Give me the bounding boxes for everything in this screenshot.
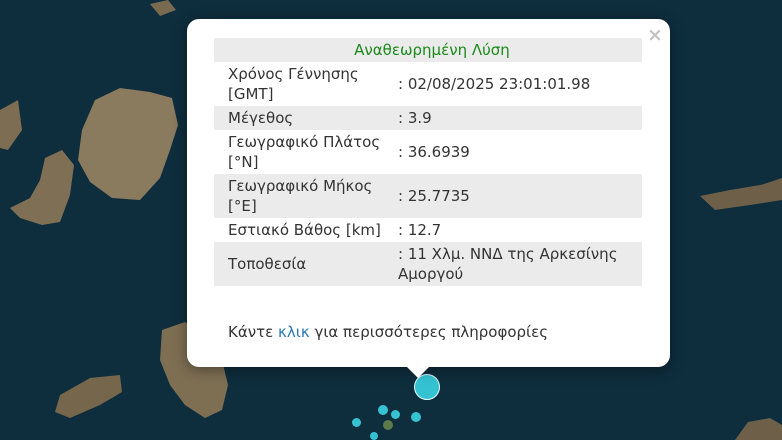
location-row: Τοποθεσία : 11 Χλμ. ΝΝΔ της Αρκεσίνης Αμ… <box>214 242 642 286</box>
more-info-line: Κάντε κλικ για περισσότερες πληροφορίες <box>228 323 548 341</box>
earthquake-marker[interactable] <box>352 418 361 427</box>
latitude-row: Γεωγραφικό Πλάτος [°N] : 36.6939 <box>214 130 642 174</box>
depth-label: Εστιακό Βάθος [km] <box>228 221 381 239</box>
more-info-suffix: για περισσότερες πληροφορίες <box>314 323 549 341</box>
info-header-row: Αναθεωρημένη Λύση <box>214 38 642 62</box>
origin-time-label: Χρόνος Γέννησης [GMT] <box>228 65 359 103</box>
origin-time-row: Χρόνος Γέννησης [GMT] : 02/08/2025 23:01… <box>214 62 642 106</box>
revised-solution-title: Αναθεωρημένη Λύση <box>214 38 642 62</box>
longitude-label: Γεωγραφικό Μήκος [°E] <box>214 174 394 218</box>
location-label: Τοποθεσία <box>214 242 394 286</box>
latitude-value: : 36.6939 <box>398 143 470 161</box>
depth-row: Εστιακό Βάθος [km] : 12.7 <box>214 218 642 242</box>
popup-close-button[interactable]: × <box>646 26 664 45</box>
earthquake-info-table: Αναθεωρημένη Λύση Χρόνος Γέννησης [GMT] … <box>214 38 642 286</box>
more-info-link[interactable]: κλικ <box>278 323 310 341</box>
latitude-label: Γεωγραφικό Πλάτος [°N] <box>228 133 381 171</box>
magnitude-value: : 3.9 <box>394 106 642 130</box>
earthquake-marker[interactable] <box>370 432 378 440</box>
magnitude-label: Μέγεθος <box>214 106 394 130</box>
depth-value: : 12.7 <box>398 221 442 239</box>
earthquake-marker[interactable] <box>378 405 388 415</box>
origin-time-value: : 02/08/2025 23:01:01.98 <box>398 75 591 93</box>
popup-tip <box>406 366 430 378</box>
more-info-prefix: Κάντε <box>228 323 274 341</box>
longitude-row: Γεωγραφικό Μήκος [°E] : 25.7735 <box>214 174 642 218</box>
magnitude-row: Μέγεθος : 3.9 <box>214 106 642 130</box>
earthquake-marker[interactable] <box>391 410 400 419</box>
islet-marker-area <box>383 420 393 430</box>
earthquake-marker[interactable] <box>411 412 421 422</box>
longitude-value: : 25.7735 <box>394 174 642 218</box>
location-value: : 11 Χλμ. ΝΝΔ της Αρκεσίνης Αμοργού <box>394 242 642 286</box>
